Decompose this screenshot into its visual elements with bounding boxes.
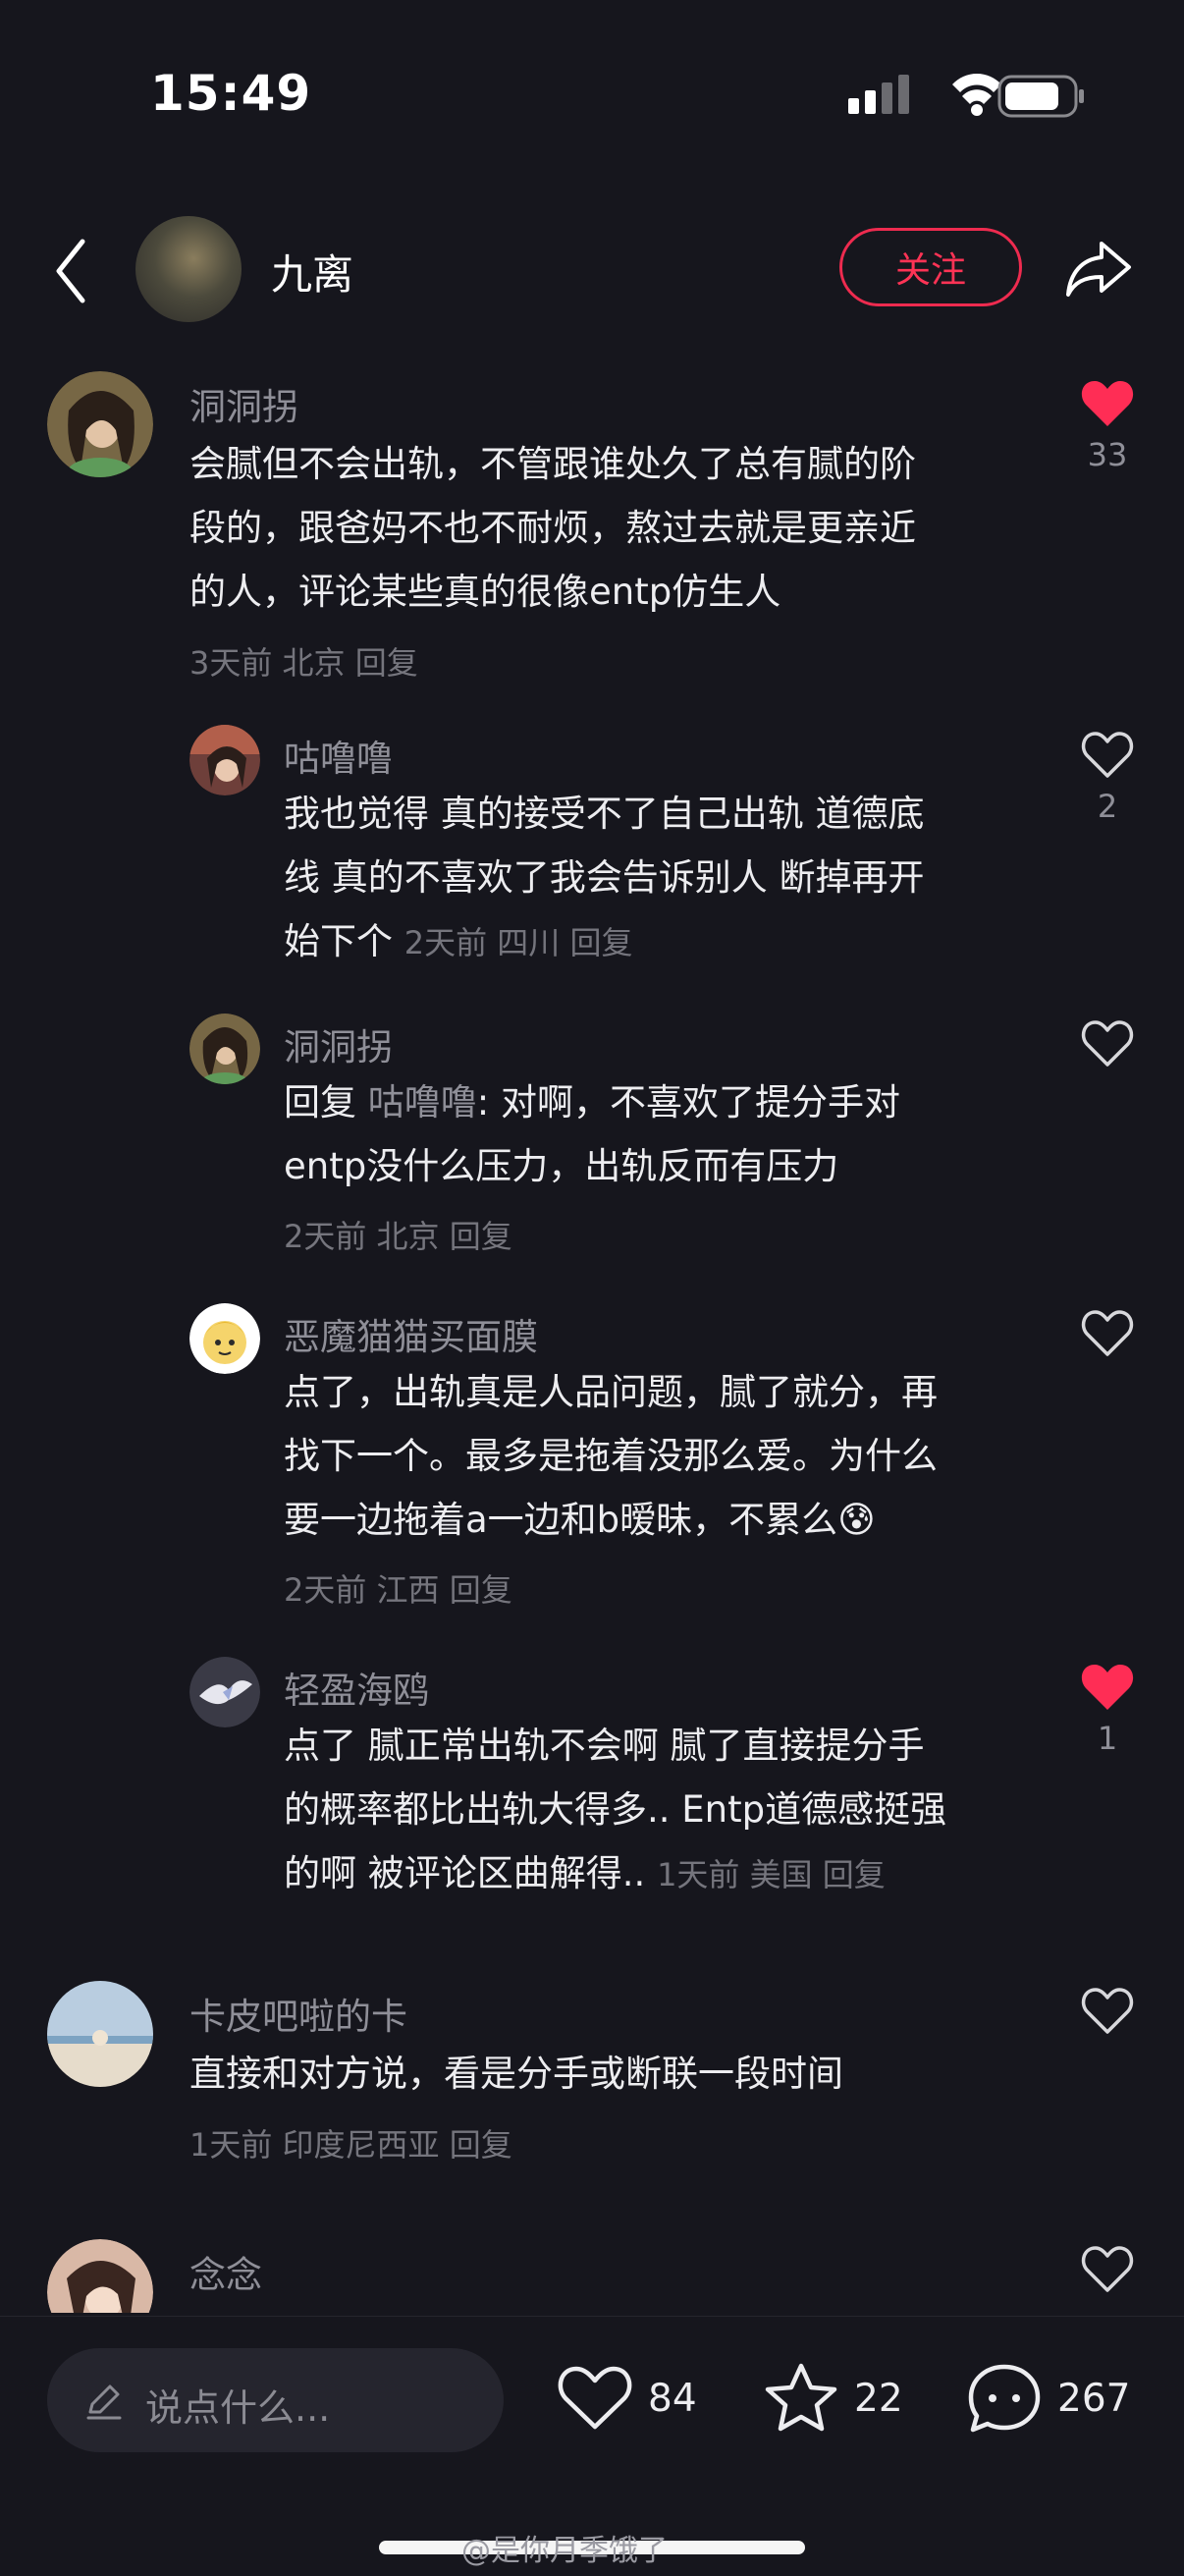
comment-text-line: 点了 腻正常出轨不会啊 腻了直接提分手 [284,1725,925,1767]
comment-text-line: 点了，出轨真是人品问题，腻了就分，再 [284,1371,938,1413]
like-post-button[interactable]: 84 [556,2364,697,2433]
comment-meta[interactable]: 2天前 江西 回复 [284,1565,512,1611]
comment-text-line: 线 真的不喜欢了我会告诉别人 断掉再开 [284,856,925,899]
comment-text-line: 的人，评论某些真的很像entp仿生人 [189,571,781,613]
comment-bubble-icon [968,2364,1041,2433]
comment-text: 如果接的话会答着走吧 ，也错 然后想我的了 [189,2300,1053,2313]
like-button[interactable] [1073,1985,1142,2040]
like-count: 33 [1087,436,1128,473]
heart-outline-icon [1081,1988,1134,2034]
heart-outline-icon [1081,2246,1134,2292]
comment-username[interactable]: 洞洞拐 [284,1017,393,1070]
heart-outline-icon [558,2366,632,2430]
comment-text-line: 会腻但不会出轨，不管跟谁处久了总有腻的阶 [189,443,916,485]
comment-text-line: 段的，跟爸妈不也不耐烦，熬过去就是更亲近 [189,507,916,549]
comment-input-placeholder: 说点什么... [145,2386,331,2430]
avatar[interactable] [189,1657,260,1727]
avatar[interactable] [47,2239,153,2313]
comment-item: 咕噜噜 我也觉得 真的接受不了自己出轨 道德底 线 真的不喜欢了我会告诉别人 断… [0,725,1184,980]
avatar[interactable] [189,1303,260,1374]
comment-username[interactable]: 洞洞拐 [189,377,298,430]
favorite-button[interactable]: 22 [762,2363,903,2433]
avatar[interactable] [47,1981,153,2087]
comment-text-line: 的概率都比出轨大得多.. Entp道德感挺强 [284,1788,947,1831]
comment-text: 点了，出轨真是人品问题，腻了就分，再 找下一个。最多是拖着没那么爱。为什么 要一… [284,1360,1069,1552]
comment-meta[interactable]: 1天前 印度尼西亚 回复 [189,2120,512,2165]
comment-text-line: 的啊 被评论区曲解得.. 1天前 美国 回复 [284,1852,886,1894]
comment-input[interactable]: 说点什么... [47,2348,504,2452]
comment-meta[interactable]: 2天前 四川 回复 [404,924,633,961]
heart-outline-icon [1081,732,1134,778]
crying-face-emoji: 😰 [837,1499,876,1541]
comment-text-line: 要一边拖着a一边和b暧昧，不累么😰 [284,1499,876,1541]
avatar[interactable] [189,725,260,795]
comment-username[interactable]: 轻盈海鸥 [284,1661,429,1714]
comment-text-line: 我也觉得 真的接受不了自己出轨 道德底 [284,793,925,835]
avatar[interactable] [47,371,153,477]
heart-filled-icon [1081,381,1134,426]
comment-meta[interactable]: 1天前 美国 回复 [657,1856,886,1893]
comment-item: 洞洞拐 回复 咕噜噜: 对啊，不喜欢了提分手对 entp没什么压力，出轨反而有压… [0,1014,1184,1269]
like-count: 2 [1097,788,1118,825]
like-button[interactable] [1073,2243,1142,2298]
heart-outline-icon [1081,1310,1134,1356]
comment-item: 洞洞拐 会腻但不会出轨，不管跟谁处久了总有腻的阶 段的，跟爸妈不也不耐烦，熬过去… [0,371,1184,695]
comment-text: 会腻但不会出轨，不管跟谁处久了总有腻的阶 段的，跟爸妈不也不耐烦，熬过去就是更亲… [189,432,1053,624]
post-like-count: 84 [648,2376,697,2421]
comment-text: 直接和对方说，看是分手或断联一段时间 [189,2042,1053,2106]
comment-text-line: 回复 咕噜噜: 对啊，不喜欢了提分手对 [284,1081,900,1124]
comment-text: 回复 咕噜噜: 对啊，不喜欢了提分手对 entp没什么压力，出轨反而有压力 [284,1070,1049,1198]
like-count: 1 [1097,1720,1118,1757]
like-button[interactable] [1073,1017,1142,1072]
like-button[interactable]: 33 [1073,377,1142,473]
comment-item: 念念 如果接的话会答着走吧 ，也错 然后想我的了 [0,2239,1184,2313]
comment-username[interactable]: 卡皮吧啦的卡 [189,1987,407,2040]
avatar[interactable] [189,1014,260,1084]
comment-meta[interactable]: 3天前 北京 回复 [189,638,418,684]
comment-item: 恶魔猫猫买面膜 点了，出轨真是人品问题，腻了就分，再 找下一个。最多是拖着没那么… [0,1303,1184,1609]
pencil-icon [86,2384,122,2420]
comment-item: 轻盈海鸥 点了 腻正常出轨不会啊 腻了直接提分手 的概率都比出轨大得多.. En… [0,1657,1184,1912]
watermark-text: @是你月季饿了 [461,2534,668,2568]
like-button[interactable] [1073,1307,1142,1362]
comment-username[interactable]: 念念 [189,2245,262,2298]
star-outline-icon [765,2363,837,2432]
comment-text-line: 直接和对方说，看是分手或断联一段时间 [189,2053,843,2095]
comment-username[interactable]: 恶魔猫猫买面膜 [284,1307,538,1360]
like-button[interactable]: 2 [1073,729,1142,825]
reply-target-username[interactable]: 咕噜噜 [368,1081,477,1124]
comment-text-line: 始下个 2天前 四川 回复 [284,920,633,962]
comments-button[interactable]: 267 [965,2364,1130,2433]
heart-filled-icon [1081,1665,1134,1710]
like-button[interactable]: 1 [1073,1661,1142,1757]
comment-text-line: 如果接的话会答着走吧 ，也错 然后想我的了 [189,2300,1053,2313]
comment-text-line: entp没什么压力，出轨反而有压力 [284,1145,839,1187]
comment-text: 我也觉得 真的接受不了自己出轨 道德底 线 真的不喜欢了我会告诉别人 断掉再开 … [284,782,1049,975]
heart-outline-icon [1081,1020,1134,1067]
comment-list: 洞洞拐 会腻但不会出轨，不管跟谁处久了总有腻的阶 段的，跟爸妈不也不耐烦，熬过去… [0,0,1184,2313]
favorite-count: 22 [854,2376,903,2421]
comment-meta[interactable]: 2天前 北京 回复 [284,1212,512,1257]
comment-count: 267 [1057,2376,1131,2421]
comment-item: 卡皮吧啦的卡 直接和对方说，看是分手或断联一段时间 1天前 印度尼西亚 回复 [0,1981,1184,2177]
comment-username[interactable]: 咕噜噜 [284,729,393,782]
comment-text: 点了 腻正常出轨不会啊 腻了直接提分手 的概率都比出轨大得多.. Entp道德感… [284,1714,1069,1907]
comment-text-line: 找下一个。最多是拖着没那么爱。为什么 [284,1435,938,1477]
